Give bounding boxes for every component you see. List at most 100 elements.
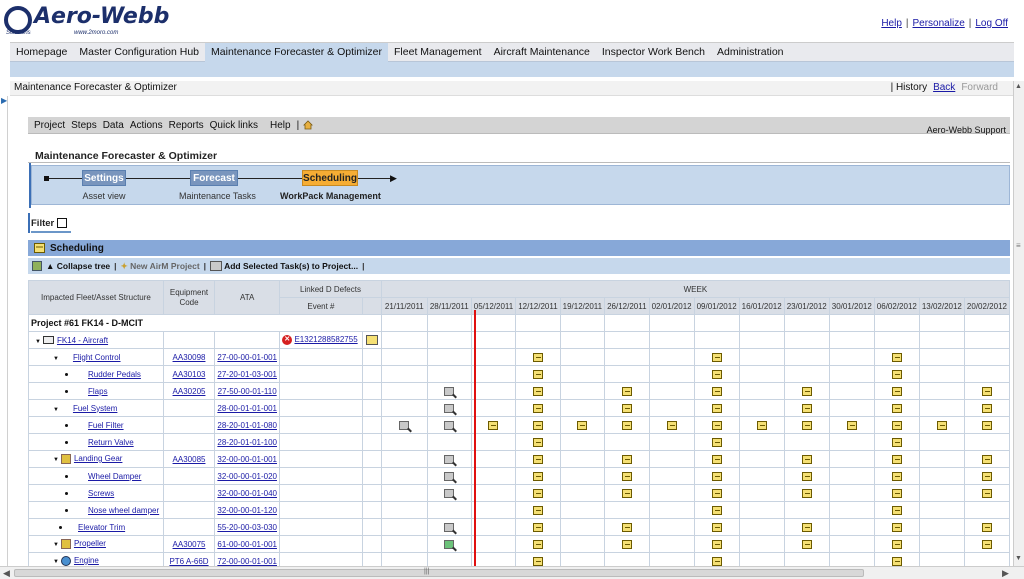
ata-link[interactable]: 32-00-00-01-040 xyxy=(217,489,277,498)
task-note-icon[interactable] xyxy=(532,556,543,566)
ata-link[interactable]: 28-20-01-01-100 xyxy=(217,438,277,447)
task-note-icon[interactable] xyxy=(621,420,632,430)
filter-toggle[interactable]: Filter xyxy=(31,215,68,231)
asset-link[interactable]: Elevator Trim xyxy=(78,523,125,532)
task-inspect-icon[interactable] xyxy=(444,403,455,413)
refresh-icon[interactable] xyxy=(32,261,42,271)
task-note-icon[interactable] xyxy=(801,454,812,464)
task-note-icon[interactable] xyxy=(891,403,902,413)
ata-link[interactable]: 61-00-00-01-001 xyxy=(217,540,277,549)
asset-link[interactable]: Fuel System xyxy=(73,404,117,413)
ata-link[interactable]: 28-00-01-01-001 xyxy=(217,404,277,413)
task-note-icon[interactable] xyxy=(756,420,767,430)
task-note-icon[interactable] xyxy=(711,454,722,464)
task-note-icon[interactable] xyxy=(621,403,632,413)
task-note-icon[interactable] xyxy=(891,539,902,549)
task-note-icon[interactable] xyxy=(711,488,722,498)
ata-link[interactable]: 72-00-00-01-001 xyxy=(217,557,277,566)
asset-link[interactable]: Nose wheel damper xyxy=(88,506,159,515)
task-note-icon[interactable] xyxy=(801,420,812,430)
nav-item-0[interactable]: Homepage xyxy=(10,43,73,62)
hscroll-grip-icon[interactable]: ||| xyxy=(424,568,429,575)
task-note-icon[interactable] xyxy=(981,420,992,430)
task-note-icon[interactable] xyxy=(891,454,902,464)
nav-item-2[interactable]: Maintenance Forecaster & Optimizer xyxy=(205,43,389,62)
task-note-icon[interactable] xyxy=(981,539,992,549)
nav-item-3[interactable]: Fleet Management xyxy=(388,43,488,62)
home-icon[interactable] xyxy=(303,120,314,130)
task-note-icon[interactable] xyxy=(801,471,812,481)
task-note-icon[interactable] xyxy=(532,352,543,362)
task-note-icon[interactable] xyxy=(532,539,543,549)
expand-toggle-icon[interactable]: ▼ xyxy=(53,542,59,548)
task-note-icon[interactable] xyxy=(711,505,722,515)
task-note-icon[interactable] xyxy=(532,437,543,447)
ata-link[interactable]: 28-20-01-01-080 xyxy=(217,421,277,430)
ata-link[interactable]: 32-00-00-01-001 xyxy=(217,455,277,464)
asset-link[interactable]: Engine xyxy=(74,556,99,565)
task-note-icon[interactable] xyxy=(621,386,632,396)
task-note-icon[interactable] xyxy=(621,522,632,532)
expand-toggle-icon[interactable]: ▼ xyxy=(53,559,59,565)
nav-item-1[interactable]: Master Configuration Hub xyxy=(73,43,205,62)
task-inspect-icon[interactable] xyxy=(399,420,410,430)
ata-link[interactable]: 32-00-00-01-020 xyxy=(217,472,277,481)
task-note-icon[interactable] xyxy=(532,454,543,464)
task-note-icon[interactable] xyxy=(711,420,722,430)
col-structure[interactable]: Impacted Fleet/Asset Structure xyxy=(28,280,164,315)
expand-toggle-icon[interactable]: ▼ xyxy=(53,356,59,362)
ata-link[interactable]: 27-20-01-03-001 xyxy=(217,370,277,379)
task-note-icon[interactable] xyxy=(711,352,722,362)
aero-webb-logo[interactable]: Aero-Webb Solutions www.2moro.com xyxy=(4,4,169,38)
task-note-icon[interactable] xyxy=(532,369,543,379)
task-note-icon[interactable] xyxy=(532,386,543,396)
asset-link[interactable]: Fuel Filter xyxy=(88,421,124,430)
ata-link[interactable]: 27-00-00-01-001 xyxy=(217,353,277,362)
expand-toggle-icon[interactable]: ▼ xyxy=(53,407,59,413)
menu-quicklinks[interactable]: Quick links xyxy=(210,120,258,131)
expand-arrow-icon[interactable]: ▶ xyxy=(1,96,7,105)
asset-link[interactable]: Return Valve xyxy=(88,438,134,447)
step-scheduling[interactable]: Scheduling xyxy=(302,170,358,186)
task-note-icon[interactable] xyxy=(711,471,722,481)
task-note-icon[interactable] xyxy=(711,522,722,532)
task-note-icon[interactable] xyxy=(846,420,857,430)
step-forecast[interactable]: Forecast xyxy=(190,170,238,186)
equipment-code-link[interactable]: AA30075 xyxy=(173,540,206,549)
task-inspect-icon[interactable] xyxy=(444,471,455,481)
task-note-icon[interactable] xyxy=(981,454,992,464)
task-note-icon[interactable] xyxy=(891,522,902,532)
task-note-icon[interactable] xyxy=(711,539,722,549)
step-settings[interactable]: Settings xyxy=(82,170,126,186)
asset-link[interactable]: Propeller xyxy=(74,539,106,548)
task-note-icon[interactable] xyxy=(891,386,902,396)
task-note-icon[interactable] xyxy=(891,352,902,362)
equipment-code-link[interactable]: AA30098 xyxy=(173,353,206,362)
task-note-icon[interactable] xyxy=(891,420,902,430)
menu-reports[interactable]: Reports xyxy=(169,120,204,131)
col-ata[interactable]: ATA xyxy=(214,280,281,315)
task-note-icon[interactable] xyxy=(936,420,947,430)
equipment-code-link[interactable]: PT6 A-66D xyxy=(169,557,208,566)
ata-link[interactable]: 27-50-00-01-110 xyxy=(218,387,277,396)
task-note-icon[interactable] xyxy=(532,488,543,498)
expand-toggle-icon[interactable]: ▼ xyxy=(35,339,41,345)
task-note-icon[interactable] xyxy=(621,471,632,481)
scroll-left-icon[interactable]: ◀ xyxy=(3,568,10,579)
task-inspect-icon[interactable] xyxy=(444,522,455,532)
event-link[interactable]: E1321288582755 xyxy=(294,335,357,344)
task-note-icon[interactable] xyxy=(666,420,677,430)
equipment-code-link[interactable]: AA30205 xyxy=(173,387,206,396)
task-note-icon[interactable] xyxy=(711,556,722,566)
task-note-icon[interactable] xyxy=(891,437,902,447)
task-note-icon[interactable] xyxy=(801,522,812,532)
filter-checkbox[interactable] xyxy=(57,218,68,228)
menu-steps[interactable]: Steps xyxy=(71,120,97,131)
task-note-icon[interactable] xyxy=(801,386,812,396)
menu-data[interactable]: Data xyxy=(103,120,124,131)
task-selected-icon[interactable] xyxy=(444,539,455,549)
task-inspect-icon[interactable] xyxy=(444,386,455,396)
task-note-icon[interactable] xyxy=(577,420,588,430)
task-note-icon[interactable] xyxy=(891,471,902,481)
horizontal-scrollbar[interactable]: ◀ ||| ▶ xyxy=(0,566,1024,579)
